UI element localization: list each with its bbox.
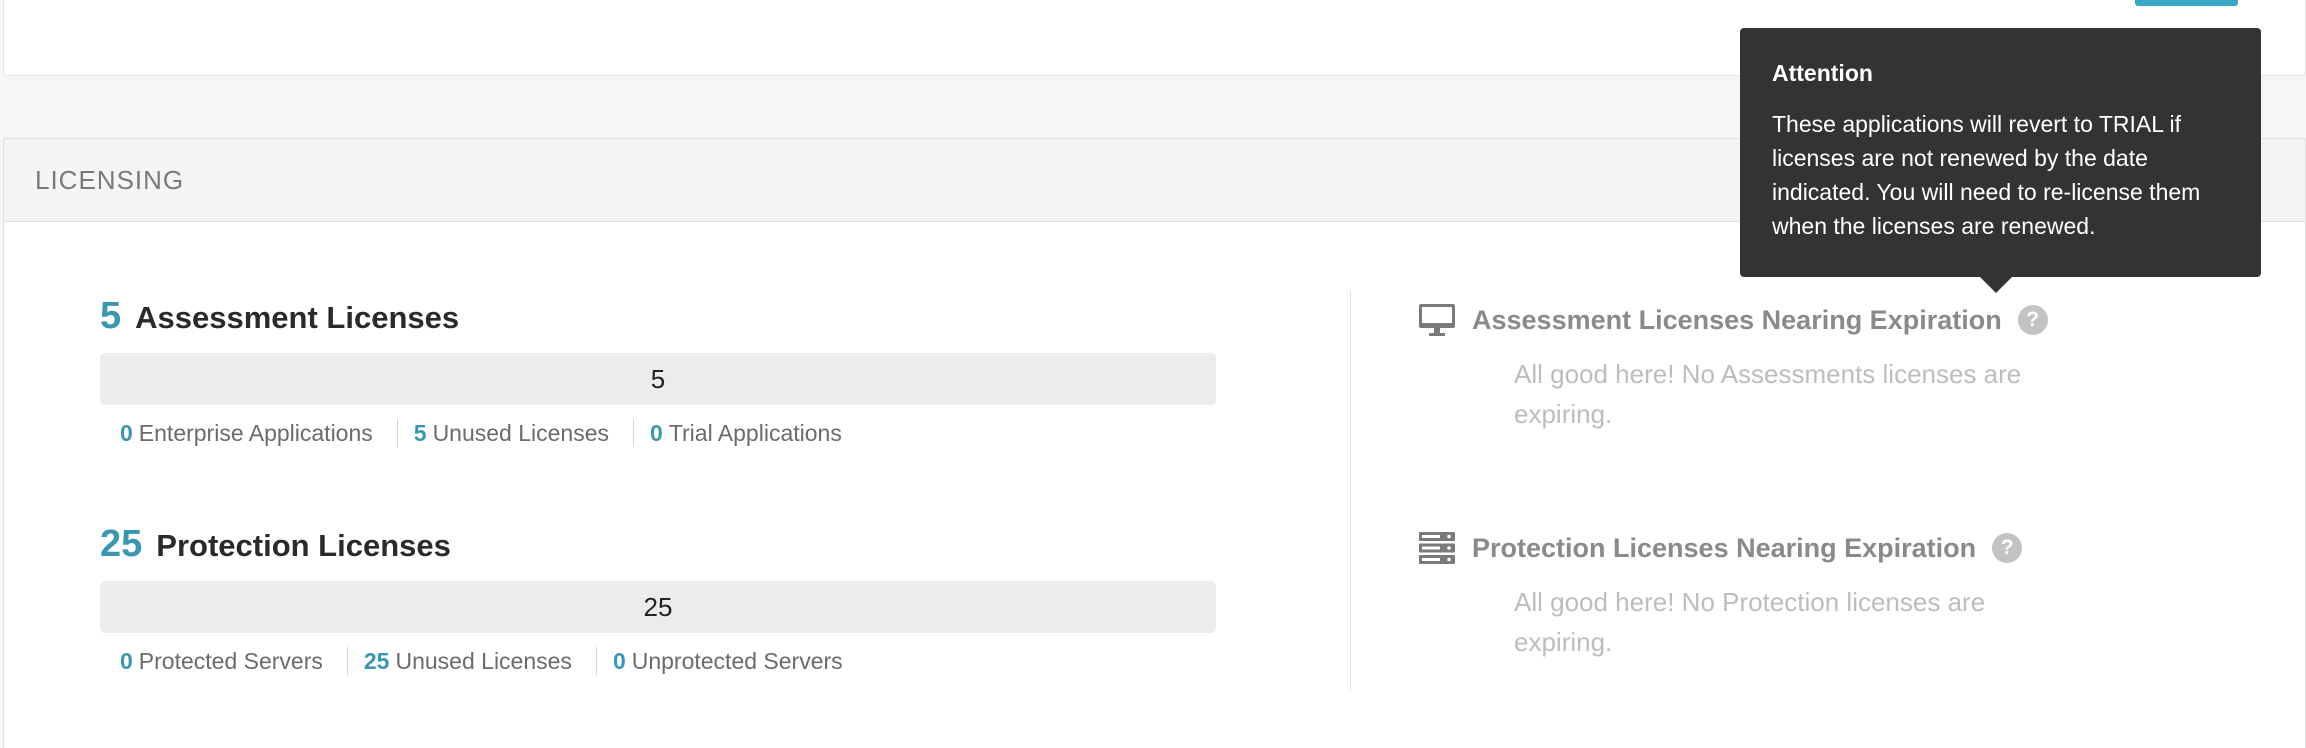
protection-expiration-title: Protection Licenses Nearing Expiration xyxy=(1472,532,1977,563)
column-divider xyxy=(1350,290,1351,690)
stat-enterprise-applications[interactable]: 0 Enterprise Applications xyxy=(120,420,373,447)
protection-expiration-section: Protection Licenses Nearing Expiration ?… xyxy=(1418,528,2074,662)
top-action-button[interactable] xyxy=(2135,0,2238,6)
protection-stats: 0 Protected Servers 25 Unused Licenses 0… xyxy=(100,647,1216,675)
stat-divider xyxy=(633,419,635,447)
stat-number: 0 xyxy=(612,647,626,674)
assessment-heading: 5 Assessment Licenses xyxy=(100,295,1216,345)
assessment-title: Assessment Licenses xyxy=(135,300,460,335)
protection-expiration-message: All good here! No Protection licenses ar… xyxy=(1514,587,1986,657)
stat-number: 25 xyxy=(363,647,390,674)
assessment-expiration-message: All good here! No Assessments licenses a… xyxy=(1514,359,2022,429)
assessment-expiration-title: Assessment Licenses Nearing Expiration xyxy=(1472,304,2002,335)
assessment-licenses-section: 5 Assessment Licenses 5 0 Enterprise App… xyxy=(100,295,1216,447)
stat-label: Protected Servers xyxy=(138,647,323,674)
server-icon xyxy=(1418,531,1456,565)
stat-label: Unused Licenses xyxy=(395,647,572,674)
stat-protected-servers[interactable]: 0 Protected Servers xyxy=(120,648,323,675)
panel-title: LICENSING xyxy=(35,164,185,195)
stat-number: 0 xyxy=(120,419,133,446)
stat-number: 0 xyxy=(120,647,133,674)
stat-number: 5 xyxy=(413,419,427,446)
tooltip-body: These applications will revert to TRIAL … xyxy=(1772,111,2201,239)
protection-bar-value: 25 xyxy=(643,591,673,622)
stat-unused-licenses[interactable]: 25 Unused Licenses xyxy=(364,648,572,675)
stat-label: Trial Applications xyxy=(668,419,842,446)
help-icon[interactable]: ? xyxy=(2017,305,2048,335)
protection-expiration-heading: Protection Licenses Nearing Expiration ? xyxy=(1418,528,2074,568)
stat-label: Enterprise Applications xyxy=(138,419,373,446)
assessment-expiration-heading: Assessment Licenses Nearing Expiration ? xyxy=(1418,300,2074,340)
protection-usage-bar: 25 xyxy=(100,581,1216,633)
attention-tooltip: Attention These applications will revert… xyxy=(1740,28,2261,293)
assessment-bar-value: 5 xyxy=(650,363,666,394)
protection-title: Protection Licenses xyxy=(156,528,451,563)
monitor-icon xyxy=(1418,303,1456,337)
protection-count: 25 xyxy=(100,523,143,565)
stat-divider xyxy=(595,647,597,675)
stat-number: 0 xyxy=(650,419,663,446)
protection-heading: 25 Protection Licenses xyxy=(100,523,1216,573)
assessment-usage-bar: 5 xyxy=(100,353,1216,405)
assessment-count: 5 xyxy=(100,295,122,337)
stat-unprotected-servers[interactable]: 0 Unprotected Servers xyxy=(613,648,843,675)
help-icon[interactable]: ? xyxy=(1992,533,2023,563)
stat-unused-licenses[interactable]: 5 Unused Licenses xyxy=(414,420,609,447)
assessment-expiration-section: Assessment Licenses Nearing Expiration ?… xyxy=(1418,300,2074,434)
stat-label: Unprotected Servers xyxy=(631,647,843,674)
assessment-stats: 0 Enterprise Applications 5 Unused Licen… xyxy=(100,419,1216,447)
stat-trial-applications[interactable]: 0 Trial Applications xyxy=(650,420,842,447)
stat-divider xyxy=(346,647,348,675)
protection-licenses-section: 25 Protection Licenses 25 0 Protected Se… xyxy=(100,523,1216,675)
stat-divider xyxy=(396,419,398,447)
tooltip-title: Attention xyxy=(1772,60,1873,86)
stat-label: Unused Licenses xyxy=(432,419,610,446)
